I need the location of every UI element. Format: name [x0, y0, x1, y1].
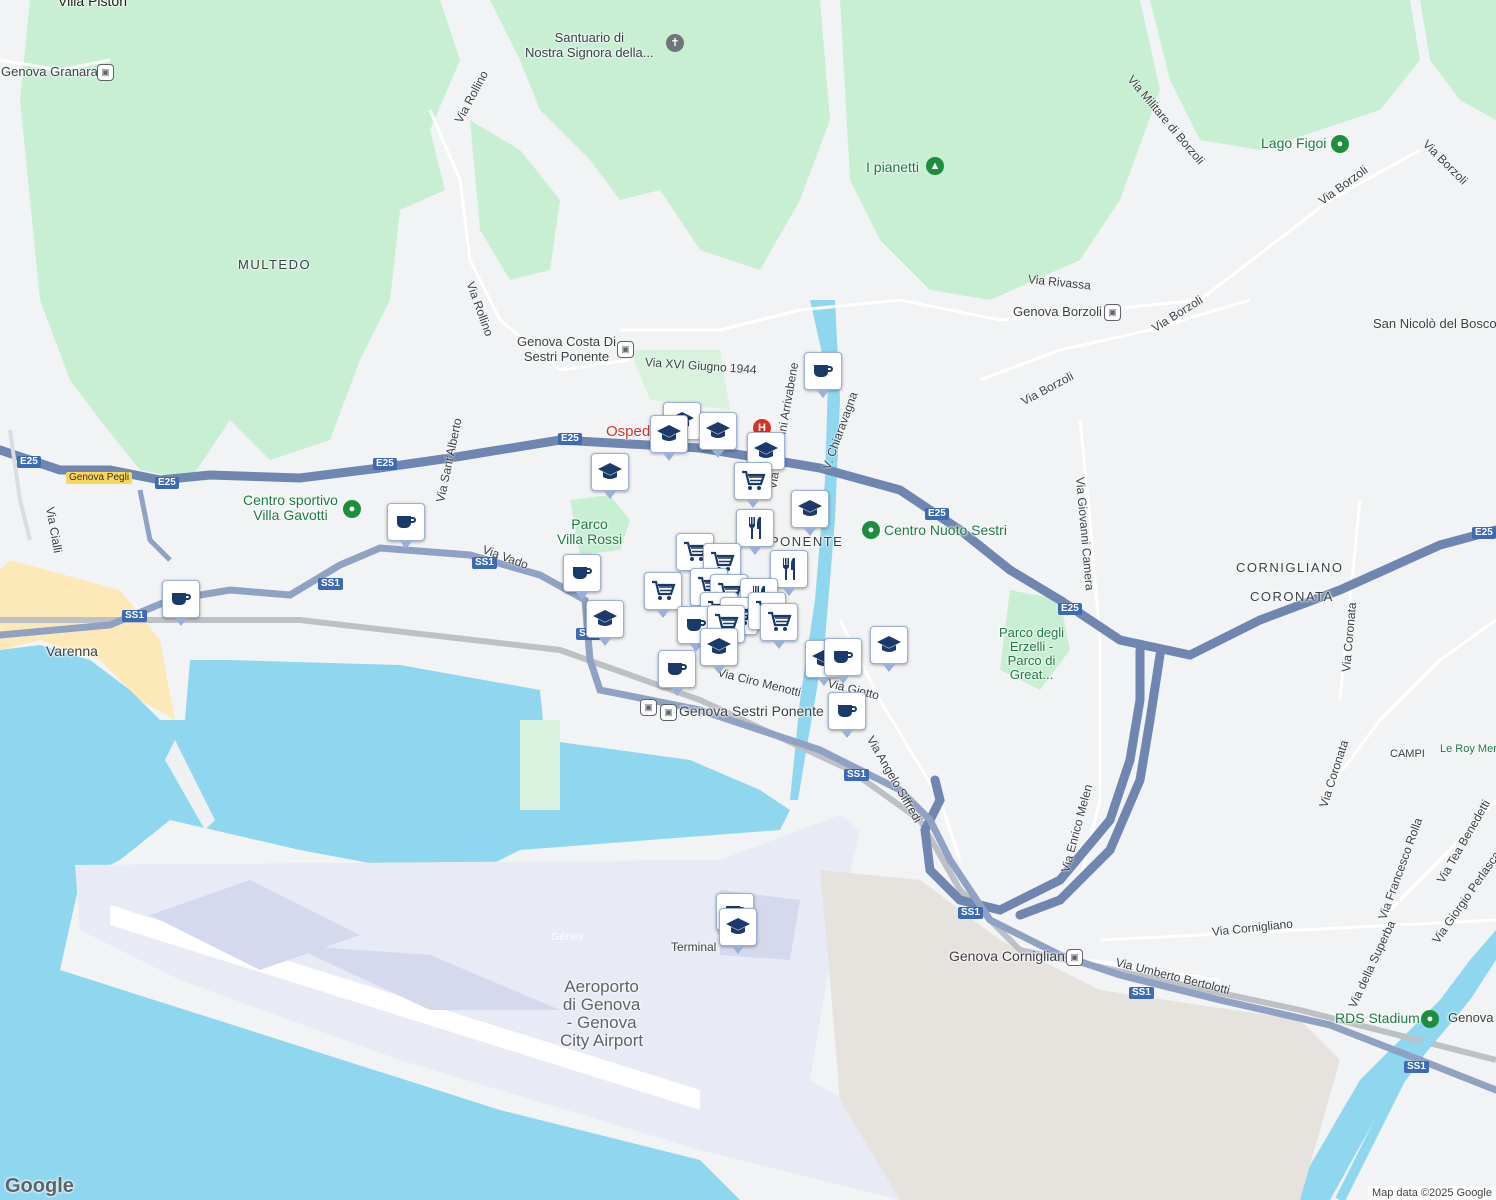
place-label: Villa Piston	[58, 0, 128, 9]
highway-shield: SS1	[122, 610, 147, 622]
coffee-marker-icon[interactable]	[804, 352, 842, 398]
place-label: Terminal	[671, 940, 717, 954]
place-label[interactable]: Santuario di Nostra Signora della...	[525, 30, 654, 60]
place-label[interactable]: Parco degli Erzelli - Parco di Great...	[999, 626, 1064, 682]
highway-shield: E25	[925, 508, 949, 520]
cart-marker-icon[interactable]	[760, 603, 798, 649]
place-label[interactable]: Centro Nuoto Sestri	[884, 523, 1007, 538]
coffee-marker-icon[interactable]	[563, 554, 601, 600]
train-icon[interactable]: ▣	[1104, 304, 1121, 321]
district-label: CORNIGLIANO	[1236, 560, 1344, 575]
train-icon[interactable]: ▣	[97, 64, 114, 81]
place-label[interactable]: RDS Stadium	[1335, 1011, 1420, 1026]
park-icon[interactable]: ●	[1421, 1010, 1439, 1028]
place-label: Varenna	[46, 643, 98, 659]
church-icon[interactable]: ✝	[666, 34, 684, 52]
district-label: PONENTE	[770, 534, 844, 549]
map-canvas[interactable]: MULTEDO PONENTE CORNIGLIANO CORONATA CAM…	[0, 0, 1496, 1200]
highway-shield: E25	[1472, 527, 1496, 539]
train-icon[interactable]: ▣	[640, 699, 657, 716]
restaurant-marker-icon[interactable]	[736, 509, 774, 555]
park-icon[interactable]: ●	[1331, 135, 1349, 153]
place-label[interactable]: Lago Figoi	[1261, 136, 1326, 151]
school-marker-icon[interactable]	[699, 412, 737, 458]
district-label: CORONATA	[1250, 589, 1334, 604]
place-label[interactable]: Centro sportivo Villa Gavotti	[243, 493, 338, 523]
highway-shield: E25	[1058, 603, 1082, 615]
cart-marker-icon[interactable]	[644, 572, 682, 618]
highway-shield: E25	[17, 456, 41, 468]
place-label: Genova	[1448, 1010, 1494, 1025]
highway-shield: E25	[373, 458, 397, 470]
google-logo: Google	[5, 1175, 74, 1197]
place-label[interactable]: I pianetti	[866, 160, 919, 175]
station-label[interactable]: Genova Costa Di Sestri Ponente	[517, 334, 616, 364]
district-label: MULTEDO	[238, 257, 312, 272]
school-marker-icon[interactable]	[791, 490, 829, 536]
train-icon[interactable]: ▣	[617, 341, 634, 358]
place-label[interactable]: Le Roy Merlin	[1440, 742, 1496, 757]
school-marker-icon[interactable]	[650, 415, 688, 461]
district-label: CAMPI	[1390, 748, 1425, 760]
station-label[interactable]: Genova Sestri Ponente	[679, 704, 824, 719]
tree-icon[interactable]: ▲	[926, 157, 944, 175]
school-marker-icon[interactable]	[591, 453, 629, 499]
coffee-marker-icon[interactable]	[387, 503, 425, 549]
highway-shield: E25	[558, 433, 582, 445]
place-label[interactable]: Aeroporto di Genova - Genova City Airpor…	[560, 978, 643, 1050]
coffee-marker-icon[interactable]	[828, 692, 866, 738]
school-marker-icon[interactable]	[700, 628, 738, 674]
highway-shield: SS1	[1129, 987, 1154, 999]
highway-shield: SS1	[318, 578, 343, 590]
cart-marker-icon[interactable]	[734, 462, 772, 508]
highway-shield: SS1	[958, 907, 983, 919]
highway-shield: SS1	[844, 769, 869, 781]
place-label: Gênes	[551, 931, 584, 943]
park-icon[interactable]: ●	[343, 500, 361, 518]
station-label[interactable]: Genova Granara	[1, 64, 98, 79]
coffee-marker-icon[interactable]	[162, 580, 200, 626]
park-icon[interactable]: ●	[862, 521, 880, 539]
station-label[interactable]: Genova Borzoli	[1013, 304, 1102, 319]
highway-shield: SS1	[1404, 1061, 1429, 1073]
highway-shield: SS1	[472, 557, 497, 569]
coffee-marker-icon[interactable]	[658, 650, 696, 696]
station-label[interactable]: Genova Cornigliano	[949, 949, 1073, 964]
highway-shield: Genova Pegli	[66, 472, 133, 484]
highway-shield: E25	[155, 477, 179, 489]
coffee-marker-icon[interactable]	[824, 638, 862, 684]
school-marker-icon[interactable]	[719, 908, 757, 954]
school-marker-icon[interactable]	[870, 626, 908, 672]
place-label[interactable]: Parco Villa Rossi	[557, 517, 622, 547]
train-icon[interactable]: ▣	[1066, 949, 1083, 966]
train-icon[interactable]: ▣	[660, 704, 677, 721]
place-label: San Nicolò del Bosco	[1373, 316, 1496, 331]
school-marker-icon[interactable]	[586, 600, 624, 646]
map-attribution[interactable]: Map data ©2025 Google	[1367, 1186, 1496, 1200]
